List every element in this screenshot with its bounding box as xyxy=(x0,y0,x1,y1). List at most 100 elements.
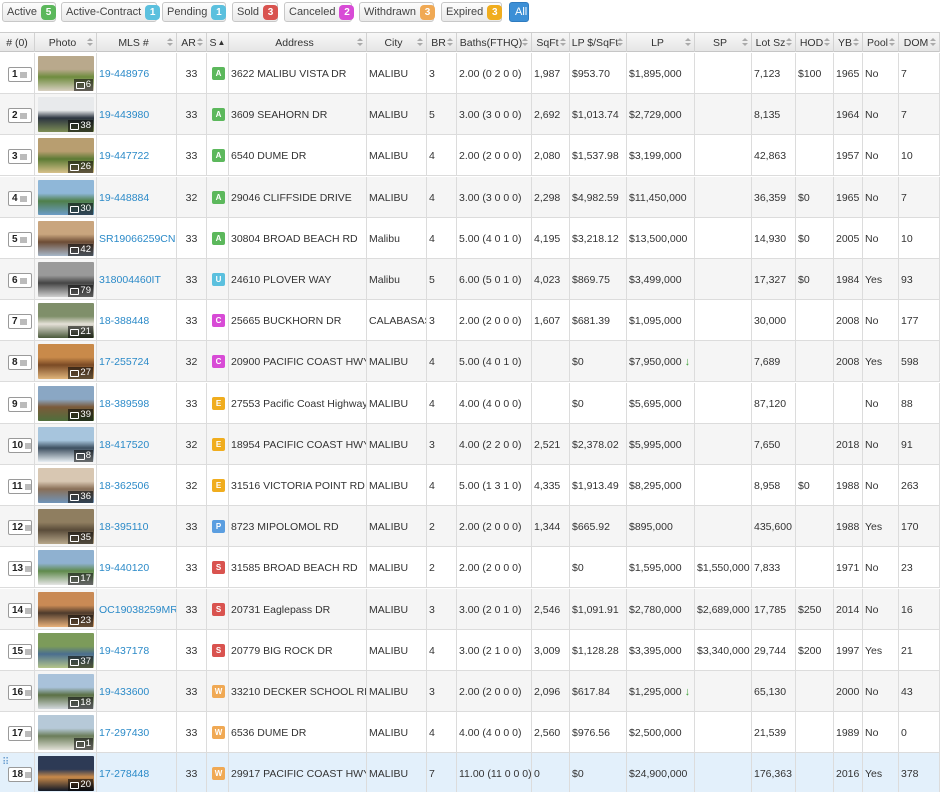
row-select-checkbox[interactable]: 6 xyxy=(8,273,32,288)
row-select-checkbox[interactable]: 9 xyxy=(8,397,32,412)
mls-number-link[interactable]: 19-443980 xyxy=(99,109,149,121)
mls-number-link[interactable]: 18-417520 xyxy=(99,439,149,451)
mls-number-link[interactable]: 19-440120 xyxy=(99,562,149,574)
mls-number-link[interactable]: 19-433600 xyxy=(99,686,149,698)
table-row[interactable]: 13 17 19-440120 33 S 31585 BROAD BEACH RD MALI… xyxy=(0,547,940,588)
row-select-checkbox[interactable]: 12 xyxy=(8,520,32,535)
table-row[interactable]: 16 18 19-433600 33 W 33210 DECKER SCHOOL RD MA… xyxy=(0,671,940,712)
listing-photo-thumbnail[interactable]: 36 xyxy=(38,468,94,503)
listing-photo-thumbnail[interactable]: 17 xyxy=(38,550,94,585)
row-select-checkbox[interactable]: 16 xyxy=(8,685,32,700)
listing-photo-thumbnail[interactable]: 37 xyxy=(38,633,94,668)
mls-number-link[interactable]: 17-297430 xyxy=(99,727,149,739)
mls-number-link[interactable]: 19-437178 xyxy=(99,645,149,657)
col-sp-header[interactable]: SP xyxy=(695,33,752,52)
filter-withdrawn-button[interactable]: Withdrawn 3 xyxy=(359,2,435,22)
table-row[interactable]: 1 6 19-448976 33 A 3622 MALIBU VISTA DR MALIBU… xyxy=(0,53,940,94)
listing-photo-thumbnail[interactable]: 42 xyxy=(38,221,94,256)
table-row[interactable]: 7 21 18-388448 33 C 25665 BUCKHORN DR CALABASA… xyxy=(0,300,940,341)
mls-number-link[interactable]: 17-278448 xyxy=(99,768,149,780)
listing-photo-thumbnail[interactable]: 23 xyxy=(38,592,94,627)
col-lot-size-header[interactable]: Lot Sz xyxy=(752,33,796,52)
col-sqft-header[interactable]: SqFt xyxy=(532,33,570,52)
filter-active-contract-button[interactable]: Active-Contract 1 xyxy=(61,2,161,22)
row-select-checkbox[interactable]: 15 xyxy=(8,644,32,659)
drag-handle-icon[interactable]: ⠿ xyxy=(2,757,9,768)
col-ar-header[interactable]: AR xyxy=(177,33,207,52)
col-photo-header[interactable]: Photo xyxy=(35,33,97,52)
col-status-header[interactable]: S ▲ xyxy=(207,33,229,52)
col-city-header[interactable]: City xyxy=(367,33,427,52)
listing-photo-thumbnail[interactable]: 26 xyxy=(38,138,94,173)
listing-photo-thumbnail[interactable]: 6 xyxy=(38,56,94,91)
row-select-checkbox[interactable]: 14 xyxy=(8,603,32,618)
table-row[interactable]: ⠿ 18 20 17-278448 33 W 29917 PACIFIC COAST HWY… xyxy=(0,753,940,792)
mls-number-link[interactable]: 18-362506 xyxy=(99,480,149,492)
mls-number-link[interactable]: 19-448976 xyxy=(99,68,149,80)
col-lp-header[interactable]: LP xyxy=(627,33,695,52)
row-select-checkbox[interactable]: 13 xyxy=(8,561,32,576)
table-row[interactable]: 5 42 SR19066259CN 33 A 30804 BROAD BEACH RD Ma… xyxy=(0,218,940,259)
list-price-value: $3,395,000 xyxy=(629,644,682,657)
col-address-header[interactable]: Address xyxy=(229,33,367,52)
table-row[interactable]: 9 39 18-389598 33 E 27553 Pacific Coast Highw… xyxy=(0,383,940,424)
mls-number-link[interactable]: 19-447722 xyxy=(99,150,149,162)
table-row[interactable]: 15 37 19-437178 33 S 20779 BIG ROCK DR MALIBU 4… xyxy=(0,630,940,671)
listing-photo-thumbnail[interactable]: 8 xyxy=(38,427,94,462)
table-row[interactable]: 6 79 318004460IT 33 U 24610 PLOVER WAY Malibu 5… xyxy=(0,259,940,300)
col-pool-header[interactable]: Pool xyxy=(863,33,899,52)
filter-canceled-button[interactable]: Canceled 2 xyxy=(284,2,355,22)
row-select-checkbox[interactable]: 18 xyxy=(8,767,32,782)
mls-number-link[interactable]: OC19038259MR xyxy=(99,604,176,616)
col-mls-header[interactable]: MLS # xyxy=(97,33,177,52)
table-row[interactable]: 4 30 19-448884 32 A 29046 CLIFFSIDE DRIVE MALI… xyxy=(0,177,940,218)
listing-photo-thumbnail[interactable]: 30 xyxy=(38,180,94,215)
filter-all-button[interactable]: All xyxy=(509,2,529,22)
col-yb-header[interactable]: YB xyxy=(834,33,863,52)
col-hod-header[interactable]: HOD xyxy=(796,33,834,52)
mls-number-link[interactable]: 19-448884 xyxy=(99,192,149,204)
col-br-header[interactable]: BR xyxy=(427,33,457,52)
listing-photo-thumbnail[interactable]: 38 xyxy=(38,97,94,132)
row-select-checkbox[interactable]: 4 xyxy=(8,191,32,206)
listing-photo-thumbnail[interactable]: 35 xyxy=(38,509,94,544)
filter-sold-button[interactable]: Sold 3 xyxy=(232,2,279,22)
mls-number-link[interactable]: 18-395110 xyxy=(99,521,148,533)
row-select-checkbox[interactable]: 10 xyxy=(8,438,32,453)
table-row[interactable]: 12 35 18-395110 33 P 8723 MIPOLOMOL RD MALIBU 2… xyxy=(0,506,940,547)
row-select-checkbox[interactable]: 11 xyxy=(8,479,32,494)
row-select-checkbox[interactable]: 2 xyxy=(8,108,32,123)
listing-photo-thumbnail[interactable]: 1 xyxy=(38,715,94,750)
mls-number-link[interactable]: SR19066259CN xyxy=(99,233,175,245)
table-row[interactable]: 14 23 OC19038259MR 33 S 20731 Eaglepass DR MAL… xyxy=(0,589,940,630)
listing-photo-thumbnail[interactable]: 27 xyxy=(38,344,94,379)
row-select-checkbox[interactable]: 7 xyxy=(8,314,32,329)
listing-photo-thumbnail[interactable]: 20 xyxy=(38,756,94,791)
col-baths-header[interactable]: Baths(FTHQ) xyxy=(457,33,532,52)
row-select-checkbox[interactable]: 3 xyxy=(8,149,32,164)
table-row[interactable]: 3 26 19-447722 33 A 6540 DUME DR MALIBU 4 2.00 (… xyxy=(0,135,940,176)
mls-number-link[interactable]: 18-388448 xyxy=(99,315,149,327)
col-dom-header[interactable]: DOM xyxy=(899,33,940,52)
row-select-checkbox[interactable]: 1 xyxy=(8,67,32,82)
table-row[interactable]: 2 38 19-443980 33 A 3609 SEAHORN DR MALIBU 5 3.0… xyxy=(0,94,940,135)
row-select-checkbox[interactable]: 17 xyxy=(8,726,32,741)
table-row[interactable]: 8 27 17-255724 32 C 20900 PACIFIC COAST HWY MA… xyxy=(0,341,940,382)
filter-active-button[interactable]: Active 5 xyxy=(2,2,56,22)
row-select-checkbox[interactable]: 5 xyxy=(8,232,32,247)
table-row[interactable]: 11 36 18-362506 32 E 31516 VICTORIA POINT RD M… xyxy=(0,465,940,506)
listing-photo-thumbnail[interactable]: 21 xyxy=(38,303,94,338)
filter-expired-button[interactable]: Expired 3 xyxy=(441,2,503,22)
listing-photo-thumbnail[interactable]: 18 xyxy=(38,674,94,709)
table-row[interactable]: 17 1 17-297430 33 W 6536 DUME DR MALIBU 4 4.00 (… xyxy=(0,712,940,753)
mls-number-link[interactable]: 18-389598 xyxy=(99,398,149,410)
listing-photo-thumbnail[interactable]: 79 xyxy=(38,262,94,297)
col-index-header[interactable]: # (0) xyxy=(0,33,35,52)
row-select-checkbox[interactable]: 8 xyxy=(8,355,32,370)
table-row[interactable]: 10 8 18-417520 32 E 18954 PACIFIC COAST HWY MA… xyxy=(0,424,940,465)
mls-number-link[interactable]: 318004460IT xyxy=(99,274,161,286)
col-lp-per-sqft-header[interactable]: LP $/SqFt xyxy=(570,33,627,52)
listing-photo-thumbnail[interactable]: 39 xyxy=(38,386,94,421)
filter-pending-button[interactable]: Pending 1 xyxy=(162,2,227,22)
mls-number-link[interactable]: 17-255724 xyxy=(99,356,149,368)
